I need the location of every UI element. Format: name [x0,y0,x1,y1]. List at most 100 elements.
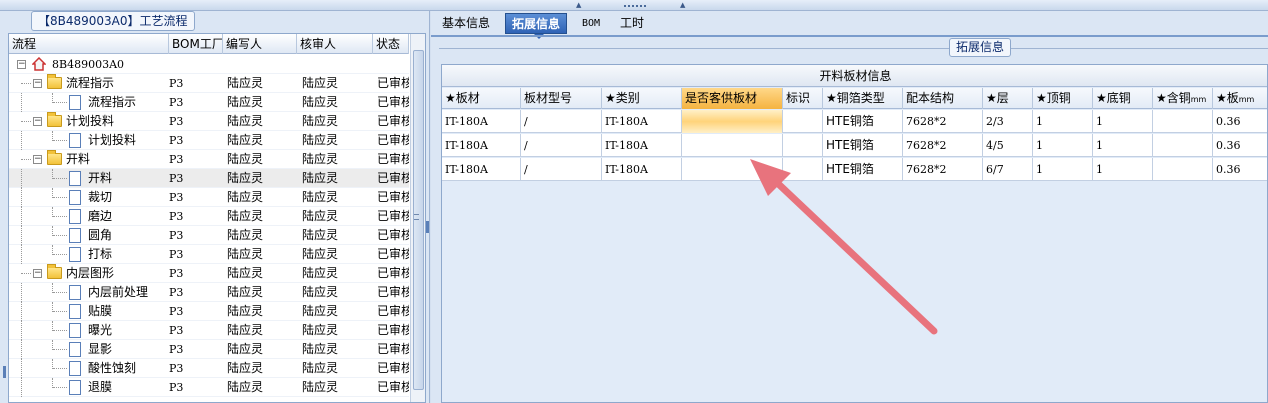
tree-step-row[interactable]: 曝光 P3 陆应灵 陆应灵 已审核 [9,321,409,340]
tree-root-row[interactable]: − 8B489003A0 [9,55,409,74]
tree-folder-row[interactable]: − 开料 P3 陆应灵 陆应灵 已审核 [9,150,409,169]
grid-cell[interactable] [1153,158,1213,181]
grid-col-header[interactable]: ★板材 [442,88,521,109]
tree-cell-writer: 陆应灵 [227,304,264,318]
grid-cell[interactable]: IT-180A [602,134,682,157]
collapse-toggle-icon[interactable]: − [33,79,42,88]
tree-cell-status: 已审核 [377,361,409,375]
grid-row[interactable]: IT-180A / IT-180A HTE铜箔 7628*2 2/3 1 1 0.36 [442,110,1267,133]
detail-tabs: 基本信息 拓展信息 BOM 工时 [431,11,1268,39]
tree-step-row[interactable]: 贴膜 P3 陆应灵 陆应灵 已审核 [9,302,409,321]
tree-connector [21,283,22,302]
tree-step-row[interactable]: 开料 P3 陆应灵 陆应灵 已审核 [9,169,409,188]
grid-col-header[interactable]: ★板mm [1213,88,1267,109]
grid-cell[interactable]: IT-180A [602,110,682,133]
grid-col-header[interactable]: 是否客供板材 [682,88,783,109]
tab-extended-info[interactable]: 拓展信息 [505,13,568,39]
left-edge-handle[interactable] [3,366,6,378]
grid-cell[interactable]: / [521,110,602,133]
tree-cell-status: 已审核 [377,247,409,261]
grid-cell[interactable]: / [521,134,602,157]
tree-folder-row[interactable]: − 流程指示 P3 陆应灵 陆应灵 已审核 [9,74,409,93]
grid-cell[interactable]: 0.36 [1213,110,1267,133]
tree-step-row[interactable]: 圆角 P3 陆应灵 陆应灵 已审核 [9,226,409,245]
tree-folder-row[interactable]: − 内层图形 P3 陆应灵 陆应灵 已审核 [9,264,409,283]
tree-step-row[interactable]: 内层前处理 P3 陆应灵 陆应灵 已审核 [9,283,409,302]
tree-connector [21,131,22,150]
tree-scroll-thumb[interactable] [413,50,424,390]
col-header-status[interactable]: 状态 [373,34,409,54]
tree-cell-status: 已审核 [377,95,409,109]
tree-step-row[interactable]: 流程指示 P3 陆应灵 陆应灵 已审核 [9,93,409,112]
grid-cell[interactable]: 1 [1033,134,1093,157]
tree-connector [21,93,22,112]
grid-row[interactable]: IT-180A / IT-180A HTE铜箔 7628*2 4/5 1 1 0.36 [442,134,1267,157]
grid-cell[interactable]: 7628*2 [903,134,983,157]
grid-cell[interactable] [1153,110,1213,133]
grid-cell[interactable]: 1 [1093,158,1153,181]
grid-cell[interactable] [682,158,783,181]
collapse-toggle-icon[interactable]: − [33,269,42,278]
grid-col-header[interactable]: ★铜箔类型 [823,88,903,109]
collapse-toggle-icon[interactable]: − [17,60,26,69]
grid-cell[interactable]: 4/5 [983,134,1033,157]
grid-cell[interactable]: 1 [1093,134,1153,157]
grid-cell[interactable] [682,110,783,133]
tab-work-hours[interactable]: 工时 [614,13,650,34]
grid-cell[interactable]: HTE铜箔 [823,134,903,157]
grid-col-header[interactable]: ★含铜mm [1153,88,1213,109]
grid-cell[interactable]: 6/7 [983,158,1033,181]
tree-step-row[interactable]: 磨边 P3 陆应灵 陆应灵 已审核 [9,207,409,226]
grid-cell[interactable] [1153,134,1213,157]
top-splitter-bar[interactable]: ▲ ▲ [0,0,1268,11]
grid-cell[interactable]: HTE铜箔 [823,158,903,181]
grid-cell[interactable]: HTE铜箔 [823,110,903,133]
tree-step-row[interactable]: 显影 P3 陆应灵 陆应灵 已审核 [9,340,409,359]
col-header-bom[interactable]: BOM工厂 [169,34,223,54]
tree-body: −8B489003A0−流程指示P3陆应灵陆应灵已审核流程指示P3陆应灵陆应灵已… [9,55,409,402]
grid-col-header[interactable]: ★层 [983,88,1033,109]
grid-cell[interactable]: IT-180A [442,158,521,181]
grid-col-header[interactable]: ★底铜 [1093,88,1153,109]
grid-cell[interactable]: IT-180A [602,158,682,181]
grid-cell[interactable]: 0.36 [1213,158,1267,181]
grid-cell[interactable]: / [521,158,602,181]
grid-cell[interactable]: IT-180A [442,134,521,157]
tree-step-row[interactable]: 裁切 P3 陆应灵 陆应灵 已审核 [9,188,409,207]
grid-cell[interactable] [783,110,823,133]
document-icon [69,190,81,205]
tree-step-row[interactable]: 计划投料 P3 陆应灵 陆应灵 已审核 [9,131,409,150]
panel-splitter-handle[interactable] [426,221,429,233]
grid-cell[interactable]: 7628*2 [903,110,983,133]
collapse-grip[interactable]: ▲ ▲ [576,2,686,9]
grid-cell[interactable] [783,158,823,181]
collapse-toggle-icon[interactable]: − [33,117,42,126]
grid-cell[interactable]: 0.36 [1213,134,1267,157]
tree-step-row[interactable]: 退膜 P3 陆应灵 陆应灵 已审核 [9,378,409,397]
grid-cell[interactable]: 7628*2 [903,158,983,181]
grid-cell[interactable]: 2/3 [983,110,1033,133]
grid-col-header-label: ★含铜 [1156,91,1191,105]
col-header-writer[interactable]: 编写人 [223,34,297,54]
grid-col-header[interactable]: 配本结构 [903,88,983,109]
tab-bom[interactable]: BOM [576,13,606,34]
grid-cell[interactable]: 1 [1093,110,1153,133]
tree-step-row[interactable]: 酸性蚀刻 P3 陆应灵 陆应灵 已审核 [9,359,409,378]
tab-basic-info[interactable]: 基本信息 [436,13,496,34]
grid-cell[interactable]: IT-180A [442,110,521,133]
tree-folder-row[interactable]: − 计划投料 P3 陆应灵 陆应灵 已审核 [9,112,409,131]
col-header-reviewer[interactable]: 核审人 [297,34,373,54]
grid-cell[interactable] [783,134,823,157]
grid-cell[interactable] [682,134,783,157]
grid-col-header[interactable]: ★顶铜 [1033,88,1093,109]
col-header-flow[interactable]: 流程 [9,34,169,54]
tree-vertical-scrollbar[interactable] [410,34,425,402]
grid-col-header[interactable]: 板材型号 [521,88,602,109]
grid-cell[interactable]: 1 [1033,110,1093,133]
grid-col-header[interactable]: 标识 [783,88,823,109]
grid-col-header[interactable]: ★类别 [602,88,682,109]
collapse-toggle-icon[interactable]: − [33,155,42,164]
grid-cell[interactable]: 1 [1033,158,1093,181]
grid-row[interactable]: IT-180A / IT-180A HTE铜箔 7628*2 6/7 1 1 0.36 [442,158,1267,181]
tree-step-row[interactable]: 打标 P3 陆应灵 陆应灵 已审核 [9,245,409,264]
